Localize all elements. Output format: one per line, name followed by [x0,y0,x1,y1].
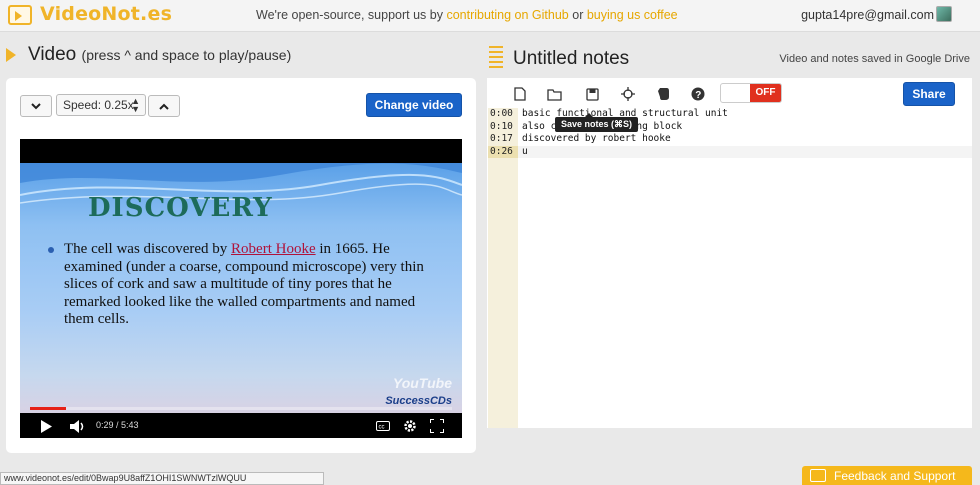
logo-icon[interactable] [8,5,32,25]
open-folder-icon[interactable] [547,86,563,102]
svg-text:?: ? [695,90,701,101]
notes-title[interactable]: Untitled notes [513,48,629,70]
bullet-icon [48,247,54,253]
slide-body: The cell was discovered by Robert Hooke … [64,241,434,329]
note-timestamp[interactable]: 0:00 [490,108,513,119]
video-controls: 0:29 / 5:43 cc [20,414,462,438]
sync-crosshair-icon[interactable] [620,86,636,102]
user-email[interactable]: gupta14pre@gmail.com [801,8,934,22]
note-line-active[interactable]: 0:26 u [488,145,972,158]
chevron-down-icon [31,102,41,109]
channel-watermark: SuccessCDs [385,395,452,407]
slide-text-before: The cell was discovered by [64,241,232,257]
speed-up-button[interactable] [148,95,180,117]
slide-title: DISCOVERY [88,193,273,223]
video-section-icon [6,48,16,62]
video-time: 0:29 / 5:43 [96,420,139,430]
speed-select[interactable]: Speed: 0.25x ▲ ▼ [56,94,146,116]
youtube-watermark: YouTube [392,375,452,391]
avatar[interactable] [936,6,952,22]
video-title-text: Video [28,44,77,65]
toggle-off-label: OFF [750,84,781,102]
slide-text-link: Robert Hooke [231,241,316,257]
change-video-button[interactable]: Change video [366,93,462,117]
chevron-up-icon [159,103,169,110]
note-text: discovered by robert hooke [522,133,671,144]
save-icon[interactable] [584,86,600,102]
sync-toggle[interactable]: OFF [720,83,782,103]
logo-text[interactable]: VideoNot.es [40,3,172,25]
video-title: Video (press ^ and space to play/pause) [28,44,291,66]
tagline-prefix: We're open-source, support us by [256,8,447,22]
video-progress-fill [30,407,66,410]
play-icon[interactable] [40,420,52,433]
notes-editor[interactable]: 0:00 basic functional and structural uni… [488,108,972,428]
tagline: We're open-source, support us by contrib… [256,8,678,22]
feedback-label: Feedback and Support [834,469,956,483]
share-button[interactable]: Share [903,82,955,106]
save-status: Video and notes saved in Google Drive [779,53,970,65]
speed-down-button[interactable] [20,95,52,117]
note-timestamp[interactable]: 0:26 [490,146,513,157]
coffee-link[interactable]: buying us coffee [587,8,678,22]
top-bar: VideoNot.es We're open-source, support u… [0,0,980,32]
fullscreen-icon[interactable] [430,419,444,433]
note-timestamp[interactable]: 0:10 [490,121,513,132]
feedback-button[interactable]: Feedback and Support [802,466,972,485]
svg-text:cc: cc [379,425,385,431]
video-player[interactable]: DISCOVERY The cell was discovered by Rob… [20,139,462,438]
status-bar-url: www.videonot.es/edit/0Bwap9U8affZ1OHI1SW… [0,472,324,485]
volume-icon[interactable] [70,420,86,433]
evernote-icon[interactable] [655,86,671,102]
settings-gear-icon[interactable] [403,419,417,433]
video-frame: DISCOVERY The cell was discovered by Rob… [20,163,462,413]
github-link[interactable]: contributing on Github [446,8,568,22]
tagline-or: or [568,8,587,22]
note-line[interactable]: 0:17 discovered by robert hooke [488,133,972,146]
help-icon[interactable]: ? [690,86,706,102]
notes-section-icon [489,46,503,68]
select-arrows-icon: ▲ ▼ [131,96,140,114]
note-timestamp[interactable]: 0:17 [490,133,513,144]
new-note-icon[interactable] [512,86,528,102]
megaphone-icon [810,469,826,482]
note-text: u [522,145,528,157]
captions-icon[interactable]: cc [376,421,390,431]
video-progress-bar[interactable] [30,407,452,410]
video-hint: (press ^ and space to play/pause) [81,47,292,63]
save-tooltip: Save notes (⌘S) [555,113,639,132]
speed-select-label: Speed: 0.25x [63,98,134,112]
